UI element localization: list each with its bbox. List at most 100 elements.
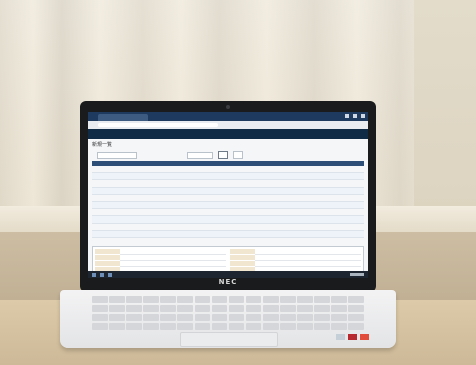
maximize-icon[interactable] — [353, 114, 357, 118]
search-button[interactable] — [218, 151, 228, 159]
keyboard-key[interactable] — [228, 304, 245, 313]
table-cell — [206, 172, 247, 181]
table-cell — [271, 194, 315, 202]
close-icon[interactable] — [361, 114, 365, 118]
keyboard-key[interactable] — [245, 296, 262, 304]
table-cell — [314, 223, 347, 231]
keyboard-key[interactable] — [160, 296, 176, 304]
table-row[interactable] — [92, 201, 364, 210]
keyboard-key[interactable] — [348, 313, 364, 322]
table-row[interactable] — [92, 179, 364, 188]
keyboard-key[interactable] — [143, 296, 159, 304]
browser-icon[interactable] — [100, 272, 104, 277]
keyboard-key[interactable] — [109, 296, 125, 304]
table-cell — [92, 201, 115, 210]
keyboard-key[interactable] — [348, 304, 364, 313]
keyboard-key[interactable] — [228, 313, 245, 322]
keyboard-key[interactable] — [194, 296, 211, 304]
keyboard-key[interactable] — [126, 296, 142, 304]
keyboard-key[interactable] — [92, 304, 108, 313]
table-row[interactable] — [92, 223, 364, 231]
keyboard-key[interactable] — [143, 322, 159, 330]
keyboard-key[interactable] — [331, 296, 347, 304]
keyboard-key[interactable] — [245, 313, 262, 322]
keyboard-key[interactable] — [126, 313, 142, 322]
keyboard-key[interactable] — [92, 296, 108, 304]
table-cell — [314, 179, 347, 188]
table-row[interactable] — [92, 230, 364, 238]
keyboard-key[interactable] — [348, 322, 364, 330]
keyboard-key[interactable] — [331, 313, 347, 322]
table-cell — [246, 201, 272, 210]
keyboard-key[interactable] — [109, 313, 125, 322]
keyboard-key[interactable] — [314, 296, 330, 304]
keyboard-key[interactable] — [211, 313, 228, 322]
keyboard-key[interactable] — [143, 304, 159, 313]
keyboard-key[interactable] — [262, 296, 279, 304]
keyboard-key[interactable] — [245, 304, 262, 313]
start-icon[interactable] — [92, 272, 96, 277]
table-cell — [346, 179, 364, 188]
table-cell — [206, 194, 247, 202]
keyboard-key[interactable] — [262, 322, 279, 330]
keyboard-key[interactable] — [177, 296, 194, 304]
date-range-input[interactable] — [97, 151, 137, 159]
keyboard-key[interactable] — [314, 322, 330, 330]
keyboard-key[interactable] — [126, 322, 142, 330]
keyboard-key[interactable] — [92, 313, 108, 322]
keyboard-key[interactable] — [160, 313, 176, 322]
keyboard-key[interactable] — [160, 304, 176, 313]
browser-tab[interactable] — [98, 114, 148, 121]
keyboard-key[interactable] — [177, 313, 194, 322]
keyboard-key[interactable] — [280, 296, 296, 304]
keyboard-key[interactable] — [314, 304, 330, 313]
keyboard-key[interactable] — [280, 313, 296, 322]
keyboard-key[interactable] — [126, 304, 142, 313]
folder-icon[interactable] — [108, 272, 112, 277]
table-row[interactable] — [92, 208, 364, 217]
keyboard-key[interactable] — [228, 322, 245, 330]
keyboard-key[interactable] — [280, 304, 296, 313]
keyboard-key[interactable] — [314, 313, 330, 322]
keyboard-key[interactable] — [160, 322, 176, 330]
keyboard-key[interactable] — [245, 322, 262, 330]
keyboard-key[interactable] — [280, 322, 296, 330]
url-field[interactable] — [98, 123, 218, 127]
keyboard-key[interactable] — [194, 304, 211, 313]
minimize-icon[interactable] — [345, 114, 349, 118]
keyboard-key[interactable] — [211, 304, 228, 313]
table-cell — [246, 179, 272, 188]
keyboard-key[interactable] — [297, 313, 313, 322]
keyboard-key[interactable] — [331, 322, 347, 330]
table-row[interactable] — [92, 172, 364, 181]
keyboard-key[interactable] — [348, 296, 364, 304]
keyboard-key[interactable] — [297, 296, 313, 304]
keyboard-key[interactable] — [297, 322, 313, 330]
address-bar — [88, 121, 368, 129]
table-row[interactable] — [92, 194, 364, 202]
clear-button[interactable] — [233, 151, 243, 159]
keyboard-key[interactable] — [194, 313, 211, 322]
keyboard-key[interactable] — [177, 304, 194, 313]
keyboard-key[interactable] — [143, 313, 159, 322]
keyboard-key[interactable] — [177, 322, 194, 330]
keyboard-key[interactable] — [92, 322, 108, 330]
status-select[interactable] — [187, 151, 213, 159]
keyboard-key[interactable] — [211, 322, 228, 330]
table-row[interactable] — [92, 215, 364, 224]
keyboard-key[interactable] — [109, 322, 125, 330]
keyboard-key[interactable] — [228, 296, 245, 304]
keyboard-key[interactable] — [262, 304, 279, 313]
table-cell — [141, 201, 170, 210]
table-cell — [169, 194, 207, 202]
keyboard-key[interactable] — [331, 304, 347, 313]
table-row[interactable] — [92, 166, 364, 174]
keyboard-key[interactable] — [262, 313, 279, 322]
table-row[interactable] — [92, 187, 364, 195]
pagination[interactable] — [88, 238, 368, 245]
keyboard-key[interactable] — [194, 322, 211, 330]
touchpad[interactable] — [180, 332, 278, 347]
keyboard-key[interactable] — [211, 296, 228, 304]
keyboard-key[interactable] — [109, 304, 125, 313]
keyboard-key[interactable] — [297, 304, 313, 313]
